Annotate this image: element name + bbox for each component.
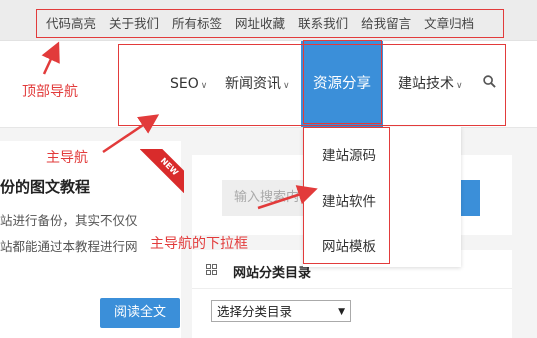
new-badge: NEW: [140, 149, 184, 193]
article-excerpt-line: 站都能通过本教程进行网: [0, 239, 138, 254]
annotation-label-main-nav: 主导航: [46, 150, 88, 166]
article-excerpt-line: 站进行备份，其实不仅仅: [0, 213, 138, 228]
divider: [192, 288, 512, 289]
category-select-value: 选择分类目录: [217, 304, 293, 319]
read-more-button[interactable]: 阅读全文: [100, 298, 180, 328]
new-badge-label: NEW: [140, 149, 184, 193]
annotation-box-dropdown: [303, 127, 390, 264]
category-select[interactable]: 选择分类目录 ▼: [211, 300, 351, 322]
dropdown-arrow-icon: ▼: [338, 307, 345, 317]
annotation-box-active-nav: [303, 40, 382, 124]
annotation-box-top-nav: [36, 9, 504, 38]
grid-icon: [206, 264, 217, 275]
article-title[interactable]: 份的图文教程: [0, 176, 90, 197]
annotation-label-top-nav: 顶部导航: [22, 84, 78, 100]
annotation-label-dropdown: 主导航的下拉框: [150, 236, 248, 252]
category-widget-title: 网站分类目录: [233, 266, 312, 281]
